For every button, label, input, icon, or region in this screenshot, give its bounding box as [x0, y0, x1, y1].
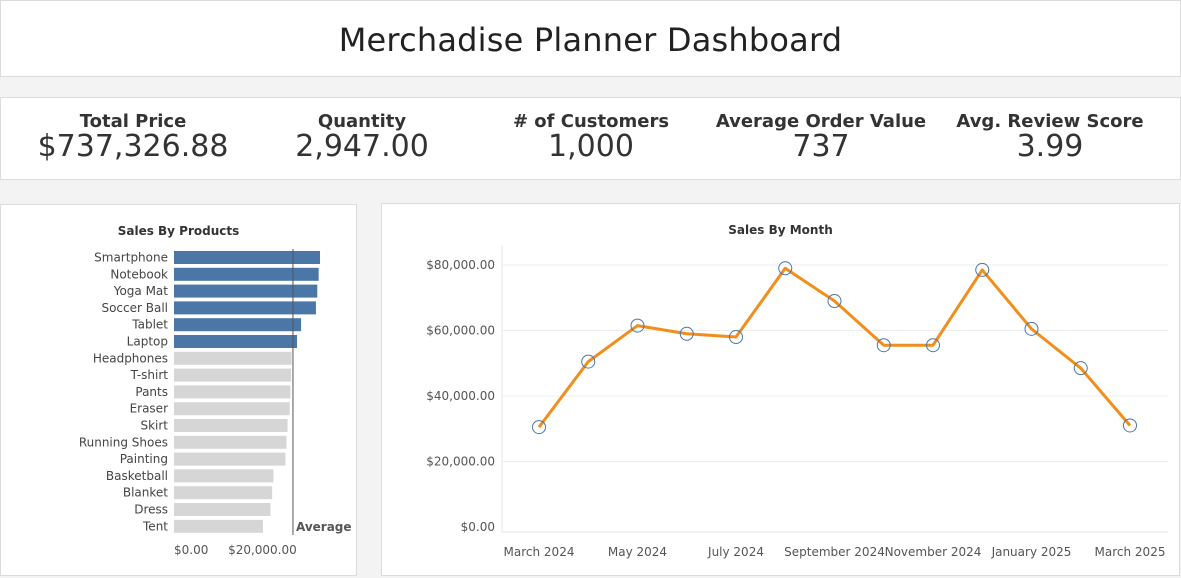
bar[interactable]	[174, 402, 290, 416]
bar[interactable]	[174, 267, 319, 281]
bar[interactable]	[174, 435, 287, 449]
sales-by-month-chart: $0.00 $20,000.00 $40,000.00 $60,000.00 $80,0…	[426, 246, 1168, 559]
bar[interactable]	[174, 318, 302, 332]
bar[interactable]	[174, 486, 273, 500]
bar[interactable]	[174, 335, 298, 348]
kpi-value: $737,326.88	[37, 129, 229, 164]
x-tick-label: July 2024	[707, 545, 764, 559]
sales-line	[537, 266, 1132, 429]
category-label: Painting	[120, 452, 168, 466]
x-tick-label: $0.00	[174, 543, 208, 557]
x-tick-label: May 2024	[608, 545, 667, 559]
category-label: Soccer Ball	[101, 301, 168, 315]
x-tick-label: September 2024	[784, 545, 885, 559]
kpi-value: 737	[792, 129, 850, 164]
bar[interactable]	[174, 519, 263, 533]
kpi-average-order-value[interactable]: Average Order Value 737	[711, 112, 931, 162]
kpi-total-price[interactable]: Total Price $737,326.88	[33, 112, 233, 162]
kpi-value: 3.99	[1016, 129, 1084, 164]
sales-by-products-panel: Sales By Products Smartphone Notebook Yoga…	[0, 204, 357, 576]
bar[interactable]	[174, 251, 320, 264]
y-tick-label: $60,000.00	[426, 324, 495, 338]
bar[interactable]	[174, 469, 274, 483]
sales-by-month-panel: Sales By Month $0.00 $20,000.00 $40,000.00…	[381, 203, 1180, 576]
x-tick-label: January 2025	[991, 545, 1072, 559]
x-tick-label: March 2024	[504, 545, 575, 559]
category-label: Eraser	[130, 402, 169, 416]
bar[interactable]	[174, 419, 288, 432]
sales-by-products-chart: Smartphone Notebook Yoga Mat Soccer Ball Tab…	[79, 249, 352, 557]
kpi-value: 2,947.00	[295, 129, 429, 164]
title-panel: Merchadise Planner Dashboard	[0, 0, 1181, 77]
y-tick-label: $0.00	[461, 520, 495, 534]
category-label: Headphones	[93, 351, 168, 365]
category-label: Basketball	[106, 469, 168, 483]
kpi-review-score[interactable]: Avg. Review Score 3.99	[950, 112, 1150, 162]
bar[interactable]	[174, 452, 286, 466]
category-label: Dress	[134, 503, 168, 517]
kpi-quantity[interactable]: Quantity 2,947.00	[262, 112, 462, 162]
category-label: Tablet	[131, 318, 168, 332]
category-label: T-shirt	[130, 368, 169, 382]
category-label: Tent	[142, 519, 168, 533]
dashboard-title: Merchadise Planner Dashboard	[338, 21, 843, 59]
category-label: Yoga Mat	[113, 284, 169, 298]
average-label: Average	[296, 520, 352, 534]
bar[interactable]	[174, 284, 318, 298]
bar[interactable]	[174, 351, 292, 365]
kpi-customers[interactable]: # of Customers 1,000	[491, 112, 691, 162]
category-label: Laptop	[127, 335, 168, 349]
y-tick-label: $40,000.00	[426, 389, 495, 403]
x-tick-label: November 2024	[885, 545, 982, 559]
category-label: Pants	[135, 385, 168, 399]
category-label: Blanket	[123, 486, 168, 500]
bar[interactable]	[174, 503, 271, 516]
bar[interactable]	[174, 301, 316, 315]
kpi-panel: Total Price $737,326.88 Quantity 2,947.0…	[0, 97, 1181, 180]
category-label: Skirt	[140, 419, 168, 433]
bar[interactable]	[174, 368, 292, 382]
category-label: Smartphone	[94, 251, 168, 265]
x-tick-label: March 2025	[1095, 545, 1166, 559]
y-tick-label: $20,000.00	[426, 455, 495, 469]
category-label: Notebook	[110, 267, 168, 281]
kpi-value: 1,000	[548, 129, 634, 164]
x-tick-label: $20,000.00	[228, 543, 297, 557]
bar[interactable]	[174, 385, 291, 399]
category-label: Running Shoes	[79, 435, 168, 449]
y-tick-label: $80,000.00	[426, 258, 495, 272]
